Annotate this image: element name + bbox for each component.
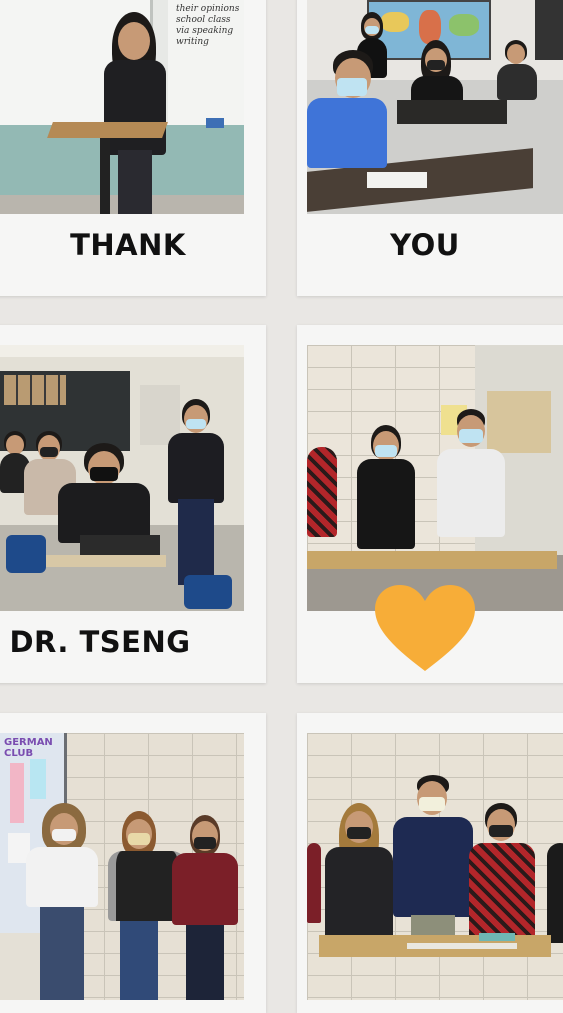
club-sign: GERMAN CLUB <box>4 737 53 759</box>
student-white-tshirt <box>22 803 102 1000</box>
caption-thank: THANK <box>70 228 186 262</box>
photo-card-group <box>297 713 563 1013</box>
caption-dr-tseng: DR. TSENG <box>9 625 191 659</box>
photo-teacher-lectern: their opinions school class via speaking… <box>0 0 244 214</box>
student-red-cardigan <box>170 815 240 1000</box>
photo-card-german-club: GERMAN CLUB <box>0 713 266 1013</box>
student-white-hoodie <box>433 409 509 549</box>
student-navy-sweater <box>391 775 475 955</box>
photo-card-teacher: their opinions school class via speaking… <box>0 0 266 296</box>
photo-three-students <box>307 345 563 611</box>
student-black-shirt <box>351 425 421 555</box>
photo-card-heart <box>297 325 563 683</box>
photo-classroom-students <box>307 0 563 214</box>
whiteboard-text: their opinions school class via speaking… <box>176 4 240 47</box>
student-blue-shirt <box>307 50 407 190</box>
lectern <box>47 122 168 138</box>
photo-dr-tseng-classroom <box>0 345 244 611</box>
photo-card-classroom: YOU <box>297 0 563 296</box>
heart-icon <box>375 585 475 671</box>
photo-card-dr-tseng: DR. TSENG <box>0 325 266 683</box>
photo-group-students <box>307 733 563 1000</box>
caption-you: YOU <box>390 228 460 262</box>
photo-german-club-students: GERMAN CLUB <box>0 733 244 1000</box>
teacher-standing <box>166 399 226 589</box>
student-gray-cardigan <box>104 811 186 1000</box>
